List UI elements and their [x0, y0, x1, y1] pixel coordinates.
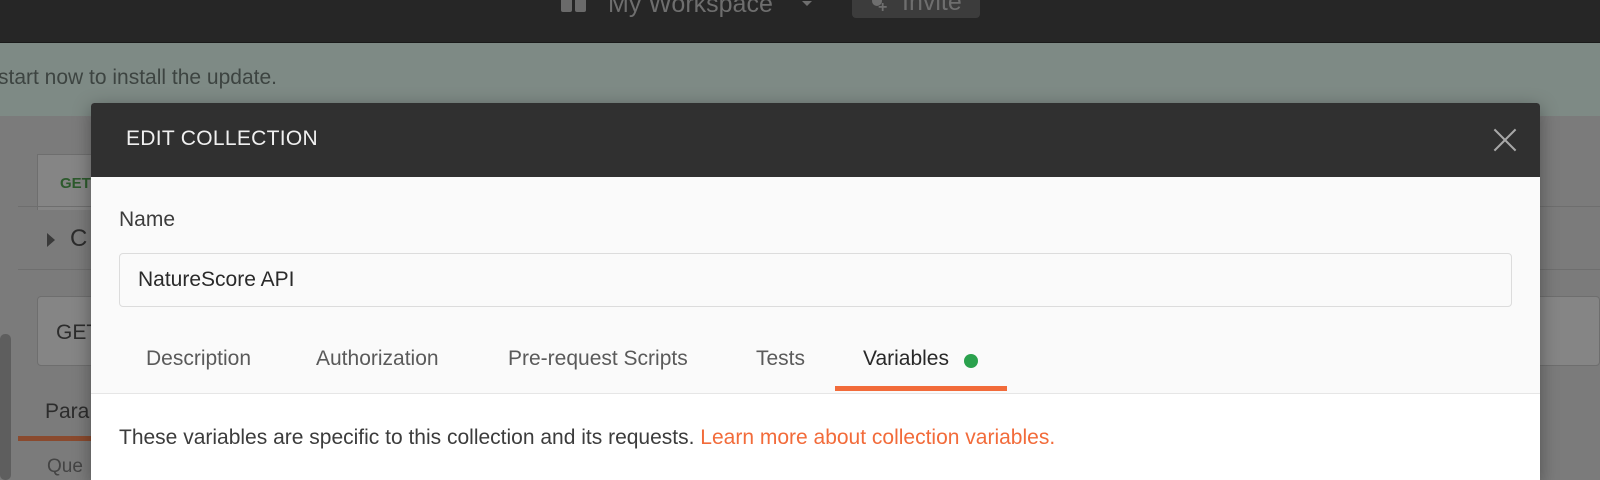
workspace-selector[interactable]: My Workspace: [608, 0, 773, 19]
collection-row-label: C: [70, 225, 88, 252]
tab-tests[interactable]: Tests: [756, 347, 805, 387]
variables-status-dot: [964, 354, 978, 368]
app-window: My Workspace + Invite start now to insta…: [0, 0, 1600, 480]
active-tab-indicator: [835, 386, 1007, 391]
tab-variables[interactable]: Variables: [863, 347, 949, 387]
tab-description[interactable]: Description: [146, 347, 251, 387]
learn-more-link[interactable]: Learn more about collection variables.: [700, 426, 1055, 449]
modal-title: EDIT COLLECTION: [126, 127, 318, 150]
tab-params[interactable]: Para: [45, 400, 89, 424]
invite-button[interactable]: + Invite: [852, 0, 980, 18]
caret-right-icon[interactable]: [47, 233, 55, 247]
name-label: Name: [119, 208, 176, 231]
variables-info-text: These variables are specific to this col…: [119, 426, 701, 449]
tab-pre-request-scripts[interactable]: Pre-request Scripts: [508, 347, 688, 387]
collection-name-input[interactable]: [119, 253, 1512, 307]
tab-authorization[interactable]: Authorization: [316, 347, 439, 387]
variables-info: These variables are specific to this col…: [119, 426, 1055, 450]
variables-panel: These variables are specific to this col…: [91, 393, 1540, 480]
workspace-icon: [561, 0, 588, 12]
top-header: My Workspace + Invite: [0, 0, 1600, 43]
add-user-icon: +: [870, 0, 888, 16]
chevron-down-icon[interactable]: [802, 1, 812, 6]
query-params-label: Que: [47, 456, 83, 477]
update-banner-text: start now to install the update.: [0, 66, 277, 89]
modal-header: EDIT COLLECTION: [91, 103, 1540, 177]
request-tab-method: GET: [60, 175, 91, 192]
scrollbar[interactable]: [0, 334, 11, 480]
invite-label: Invite: [902, 0, 962, 16]
close-icon[interactable]: [1492, 127, 1518, 153]
edit-collection-modal: EDIT COLLECTION Name Description Authori…: [91, 103, 1540, 480]
